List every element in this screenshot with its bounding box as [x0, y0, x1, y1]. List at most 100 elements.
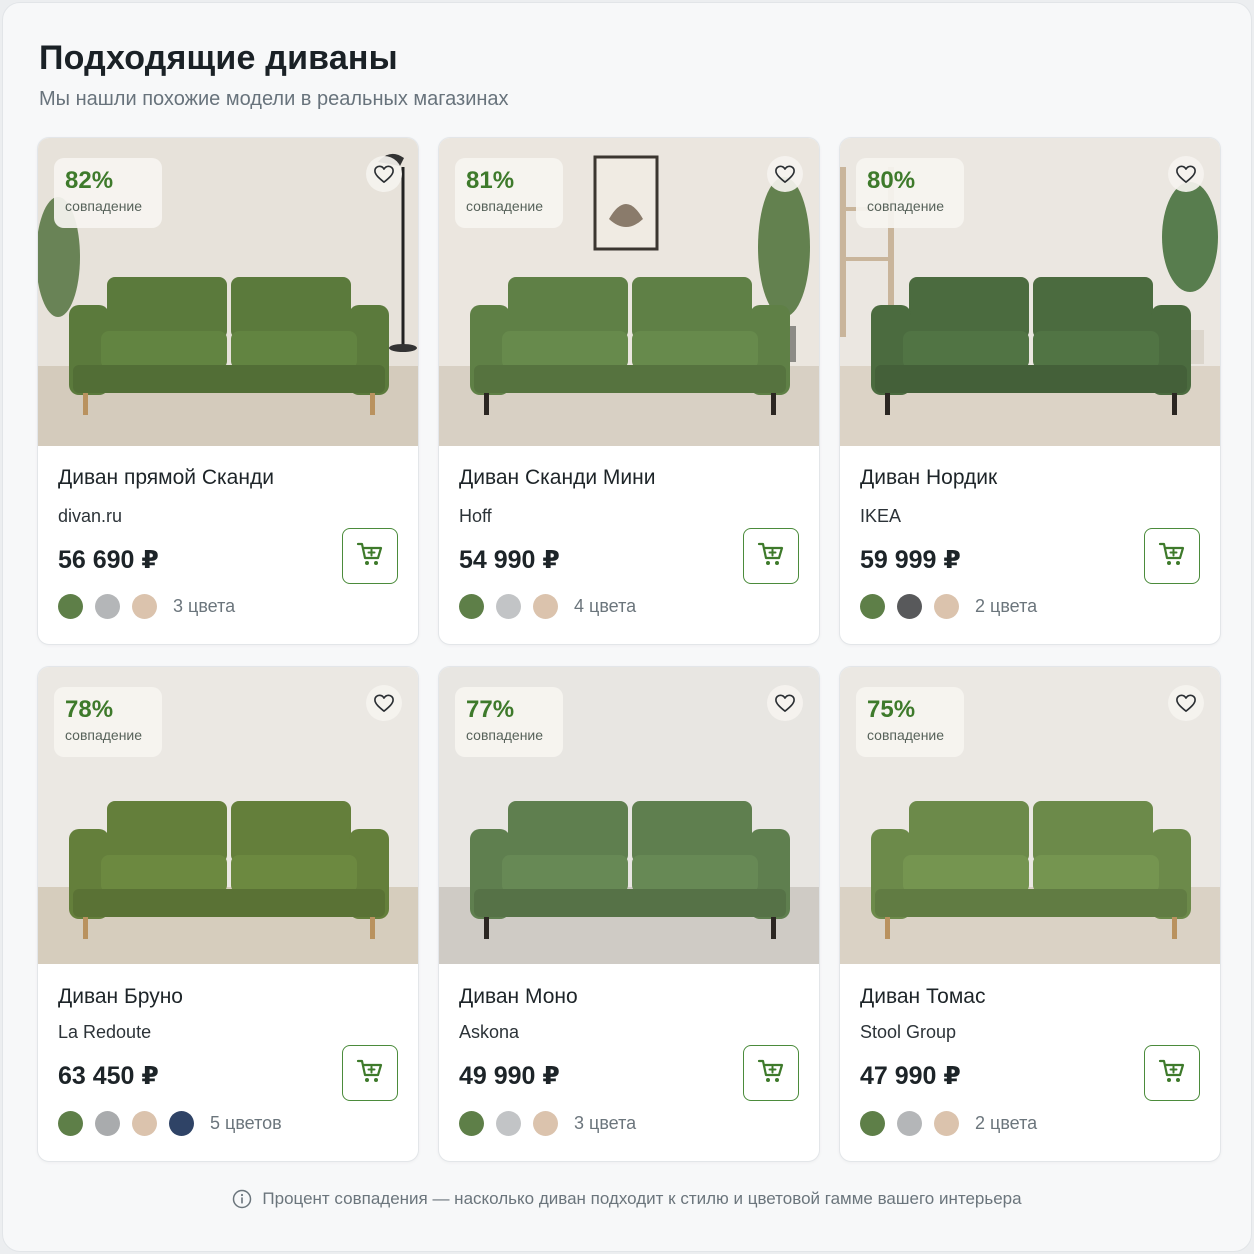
match-badge: 80% совпадение: [856, 158, 964, 228]
add-to-cart-button[interactable]: [743, 528, 799, 584]
colors-count: 4 цвета: [574, 596, 637, 616]
product-name[interactable]: Диван Нордик: [860, 466, 997, 490]
cart-icon: [356, 1058, 384, 1089]
match-label: совпадение: [466, 198, 544, 214]
product-name[interactable]: Диван Моно: [459, 985, 578, 1009]
add-to-cart-button[interactable]: [342, 1045, 398, 1101]
favorite-button[interactable]: [1168, 685, 1204, 721]
product-card[interactable]: 82% совпадение Диван прямой Сканди divan…: [37, 137, 419, 645]
product-image[interactable]: 78% совпадение: [38, 667, 418, 964]
cart-icon: [757, 541, 785, 572]
product-name[interactable]: Диван Томас: [860, 985, 985, 1009]
cart-icon: [1158, 1058, 1186, 1089]
color-swatch[interactable]: [860, 594, 885, 619]
color-swatch[interactable]: [496, 594, 521, 619]
color-swatches: 2 цвета: [860, 594, 1037, 619]
product-name[interactable]: Диван Сканди Мини: [459, 466, 655, 490]
color-swatches: 2 цвета: [860, 1111, 1037, 1136]
colors-count: 2 цвета: [975, 1113, 1038, 1133]
add-to-cart-button[interactable]: [342, 528, 398, 584]
color-swatches: 4 цвета: [459, 594, 636, 619]
color-swatch[interactable]: [934, 594, 959, 619]
colors-count: 5 цветов: [210, 1113, 282, 1133]
footnote: Процент совпадения — насколько диван под…: [3, 1189, 1251, 1209]
colors-count: 3 цвета: [574, 1113, 637, 1133]
product-price: 63 450 ₽: [58, 1062, 159, 1090]
color-swatch[interactable]: [533, 594, 558, 619]
page-title: Подходящие диваны: [39, 39, 398, 77]
cart-icon: [1158, 541, 1186, 572]
product-image[interactable]: 77% совпадение: [439, 667, 819, 964]
add-to-cart-button[interactable]: [743, 1045, 799, 1101]
match-label: совпадение: [65, 727, 143, 743]
match-label: совпадение: [466, 727, 544, 743]
colors-count: 2 цвета: [975, 596, 1038, 616]
product-name[interactable]: Диван прямой Сканди: [58, 466, 274, 490]
color-swatches: 5 цветов: [58, 1111, 282, 1136]
product-price: 56 690 ₽: [58, 546, 159, 574]
product-image[interactable]: 82% совпадение: [38, 138, 418, 446]
heart-icon: [1175, 164, 1197, 184]
heart-icon: [373, 164, 395, 184]
product-image[interactable]: 80% совпадение: [840, 138, 1220, 446]
add-to-cart-button[interactable]: [1144, 528, 1200, 584]
info-icon: [232, 1189, 252, 1209]
match-percent: 78%: [65, 696, 114, 723]
footnote-text: Процент совпадения — насколько диван под…: [262, 1189, 1022, 1208]
product-card[interactable]: 75% совпадение Диван Томас Stool Group 4…: [839, 666, 1221, 1162]
color-swatch[interactable]: [459, 1111, 484, 1136]
favorite-button[interactable]: [767, 685, 803, 721]
heart-icon: [774, 693, 796, 713]
product-card[interactable]: 78% совпадение Диван Бруно La Redoute 63…: [37, 666, 419, 1162]
add-to-cart-button[interactable]: [1144, 1045, 1200, 1101]
favorite-button[interactable]: [366, 156, 402, 192]
product-image[interactable]: 81% совпадение: [439, 138, 819, 446]
match-label: совпадение: [65, 198, 143, 214]
match-badge: 78% совпадение: [54, 687, 162, 757]
color-swatch[interactable]: [95, 1111, 120, 1136]
color-swatch[interactable]: [934, 1111, 959, 1136]
product-name[interactable]: Диван Бруно: [58, 985, 183, 1009]
favorite-button[interactable]: [1168, 156, 1204, 192]
match-label: совпадение: [867, 198, 945, 214]
color-swatch[interactable]: [459, 594, 484, 619]
color-swatch[interactable]: [897, 594, 922, 619]
color-swatch[interactable]: [860, 1111, 885, 1136]
match-badge: 77% совпадение: [455, 687, 563, 757]
color-swatch[interactable]: [58, 1111, 83, 1136]
match-badge: 75% совпадение: [856, 687, 964, 757]
product-price: 54 990 ₽: [459, 546, 560, 574]
color-swatch[interactable]: [58, 594, 83, 619]
store-name: Hoff: [459, 506, 492, 526]
product-price: 47 990 ₽: [860, 1062, 961, 1090]
color-swatch[interactable]: [132, 594, 157, 619]
colors-count: 3 цвета: [173, 596, 236, 616]
match-badge: 82% совпадение: [54, 158, 162, 228]
match-percent: 80%: [867, 167, 916, 194]
cart-icon: [757, 1058, 785, 1089]
favorite-button[interactable]: [366, 685, 402, 721]
match-label: совпадение: [867, 727, 945, 743]
color-swatch[interactable]: [95, 594, 120, 619]
color-swatches: 3 цвета: [459, 1111, 636, 1136]
product-card[interactable]: 80% совпадение Диван Нордик IKEA 59 999 …: [839, 137, 1221, 645]
color-swatch[interactable]: [169, 1111, 194, 1136]
product-image[interactable]: 75% совпадение: [840, 667, 1220, 964]
product-card[interactable]: 77% совпадение Диван Моно Askona 49 990 …: [438, 666, 820, 1162]
match-percent: 75%: [867, 696, 916, 723]
product-card[interactable]: 81% совпадение Диван Сканди Мини Hoff 54…: [438, 137, 820, 645]
match-badge: 81% совпадение: [455, 158, 563, 228]
heart-icon: [373, 693, 395, 713]
cart-icon: [356, 541, 384, 572]
match-percent: 77%: [466, 696, 515, 723]
page-subtitle: Мы нашли похожие модели в реальных магаз…: [39, 88, 509, 110]
color-swatch[interactable]: [897, 1111, 922, 1136]
color-swatch[interactable]: [496, 1111, 521, 1136]
color-swatch[interactable]: [533, 1111, 558, 1136]
results-panel: Подходящие диваны Мы нашли похожие модел…: [2, 2, 1252, 1252]
product-price: 59 999 ₽: [860, 546, 961, 574]
color-swatch[interactable]: [132, 1111, 157, 1136]
favorite-button[interactable]: [767, 156, 803, 192]
product-price: 49 990 ₽: [459, 1062, 560, 1090]
store-name: Stool Group: [860, 1022, 957, 1042]
